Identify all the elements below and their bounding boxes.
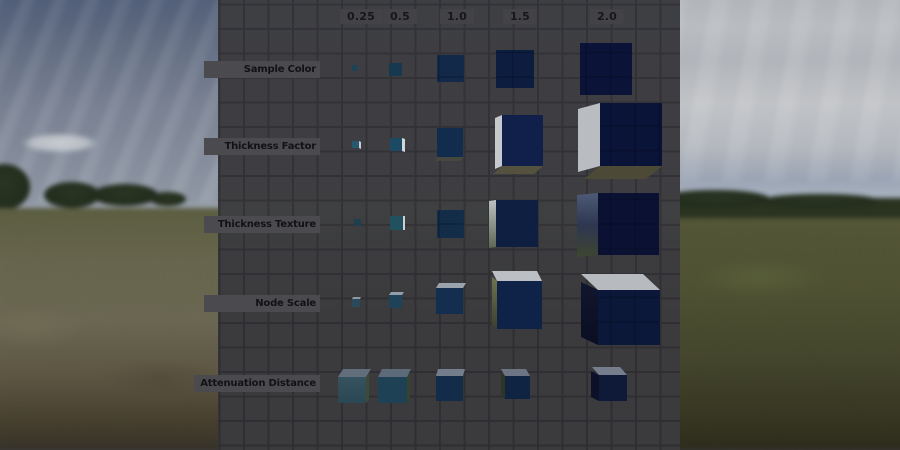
cube-r4-c1 <box>378 369 411 403</box>
cube-r2-c4 <box>577 193 659 257</box>
cube-r4-c2 <box>436 369 465 401</box>
cube-r3-c0 <box>352 297 361 307</box>
3d-viewport[interactable]: 0.250.51.01.52.0 Sample ColorThickness F… <box>0 0 900 450</box>
cube-r0-c3 <box>496 50 534 88</box>
cube-r1-c1 <box>390 138 405 152</box>
cube-r3-c4 <box>581 274 660 345</box>
cube-r4-c0 <box>338 369 371 403</box>
cube-r0-c2 <box>437 55 464 82</box>
cube-r0-c1 <box>389 63 402 76</box>
cube-r4-c3 <box>501 369 530 399</box>
cube-r2-c3 <box>489 200 538 248</box>
cube-r0-c0 <box>352 65 358 71</box>
cube-r2-c1 <box>390 216 405 230</box>
cube-r3-c1 <box>389 292 404 308</box>
cube-r3-c2 <box>436 283 466 314</box>
cube-r3-c3 <box>492 271 542 329</box>
cube-r2-c2 <box>437 210 464 238</box>
cube-r4-c4 <box>591 367 627 401</box>
test-cubes-layer <box>0 0 900 450</box>
cube-r2-c0 <box>354 219 361 226</box>
cube-r1-c4 <box>578 103 662 179</box>
cube-r0-c4 <box>580 43 632 95</box>
cube-r1-c2 <box>435 128 463 161</box>
cube-r1-c0 <box>352 141 361 149</box>
cube-r1-c3 <box>493 115 543 174</box>
